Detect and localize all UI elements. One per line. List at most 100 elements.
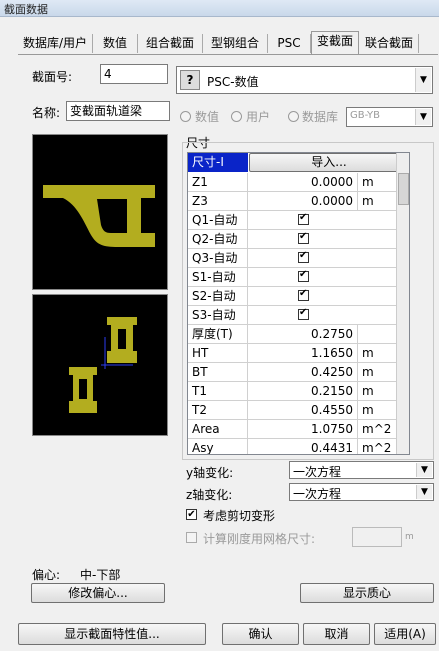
tab-tapered[interactable]: 变截面 [311, 31, 359, 54]
radio-database-label: 数据库 [302, 110, 339, 124]
auto-checkbox[interactable] [298, 269, 309, 282]
chevron-down-icon[interactable]: ▼ [416, 463, 432, 477]
section-preview-j [32, 294, 168, 436]
auto-checkbox[interactable] [298, 288, 309, 301]
cell-name: BT [188, 363, 248, 381]
table-row: Q2-自动 [188, 230, 409, 249]
auto-checkbox[interactable] [298, 231, 309, 244]
table-row: BT 0.4250 m [188, 363, 409, 382]
radio-database[interactable] [288, 111, 299, 122]
cell-name: T2 [188, 401, 248, 419]
radio-user-label: 用户 [246, 110, 271, 124]
y-variation-select[interactable]: 一次方程 ▼ [289, 461, 434, 479]
cell-value[interactable]: 0.4431 [248, 439, 358, 454]
radio-user[interactable] [231, 111, 242, 122]
section-type-value: PSC-数值 [207, 75, 259, 89]
cell-name: HT [188, 344, 248, 362]
tab-composite[interactable]: 组合截面 [138, 34, 203, 53]
tab-steel-composite[interactable]: 型钢组合 [203, 34, 268, 53]
y-variation-label: y轴变化: [186, 466, 234, 480]
table-row: Q1-自动 [188, 211, 409, 230]
cell-name: Q1-自动 [188, 211, 248, 229]
cell-value[interactable]: 0.2150 [248, 382, 358, 400]
table-scrollbar[interactable] [396, 153, 409, 454]
tab-psc[interactable]: PSC [268, 34, 311, 53]
radio-numeric[interactable] [180, 111, 191, 122]
auto-checkbox[interactable] [298, 250, 309, 263]
section-name-input[interactable]: 变截面轨道梁 [66, 101, 170, 121]
cell-name: T1 [188, 382, 248, 400]
show-properties-button[interactable]: 显示截面特性值... [18, 623, 206, 645]
table-row: S2-自动 [188, 287, 409, 306]
cell-value[interactable]: 0.0000 [248, 192, 358, 210]
table-row: T1 0.2150 m [188, 382, 409, 401]
cell-name: S2-自动 [188, 287, 248, 305]
cell-value[interactable]: 0.0000 [248, 173, 358, 191]
section-number-input[interactable]: 4 [100, 64, 168, 84]
database-value: GB-YB [350, 110, 380, 121]
table-row: HT 1.1650 m [188, 344, 409, 363]
section-number-label: 截面号: [32, 70, 73, 84]
y-variation-value: 一次方程 [293, 465, 342, 479]
chevron-down-icon[interactable]: ▼ [416, 485, 432, 499]
section-type-select[interactable]: ? PSC-数值 ▼ [176, 66, 433, 94]
radio-numeric-label: 数值 [195, 110, 220, 124]
show-centroid-button[interactable]: 显示质心 [300, 583, 434, 603]
cell-value[interactable]: 0.2750 [248, 325, 358, 343]
cell-name: Q3-自动 [188, 249, 248, 267]
table-row: T2 0.4550 m [188, 401, 409, 420]
table-row: S3-自动 [188, 306, 409, 325]
cell-value[interactable]: 0.4250 [248, 363, 358, 381]
cell-name: Q2-自动 [188, 230, 248, 248]
section-preview-i [32, 134, 168, 290]
dims-header-i[interactable]: 尺寸-I [188, 153, 248, 172]
tab-numeric[interactable]: 数值 [93, 34, 138, 53]
table-row: Area 1.0750 m^2 [188, 420, 409, 439]
database-select[interactable]: GB-YB ▼ [346, 107, 433, 127]
cell-name: Z1 [188, 173, 248, 191]
offset-value: 中-下部 [80, 568, 121, 582]
shear-checkbox[interactable]: ✔ [186, 509, 197, 520]
cell-name: Area [188, 420, 248, 438]
ok-button[interactable]: 确认 [222, 623, 299, 645]
z-variation-value: 一次方程 [293, 487, 342, 501]
modify-offset-button[interactable]: 修改偏心... [31, 583, 165, 603]
auto-checkbox[interactable] [298, 307, 309, 320]
cell-value[interactable]: 1.1650 [248, 344, 358, 362]
tab-database-user[interactable]: 数据库/用户 [18, 34, 93, 53]
psc-type-icon: ? [180, 70, 200, 90]
window-title: 截面数据 [4, 3, 48, 16]
mesh-size-input[interactable] [352, 527, 402, 547]
cell-name: S3-自动 [188, 306, 248, 324]
cancel-button[interactable]: 取消 [303, 623, 370, 645]
cell-name: 厚度(T) [188, 325, 248, 343]
cell-value[interactable]: 0.4550 [248, 401, 358, 419]
scroll-thumb[interactable] [398, 173, 409, 205]
mesh-label: 计算刚度用网格尺寸: [203, 532, 316, 546]
title-bar: 截面数据 [0, 0, 439, 17]
table-row: Asy 0.4431 m^2 [188, 439, 409, 454]
table-row: S1-自动 [188, 268, 409, 287]
cell-name: Z3 [188, 192, 248, 210]
table-row: Q3-自动 [188, 249, 409, 268]
section-name-label: 名称: [32, 106, 61, 120]
chevron-down-icon[interactable]: ▼ [415, 109, 431, 125]
mesh-checkbox[interactable] [186, 532, 197, 543]
z-variation-label: z轴变化: [186, 488, 233, 502]
auto-checkbox[interactable] [298, 212, 309, 225]
tab-bar: 数据库/用户 数值 组合截面 型钢组合 PSC 变截面 联合截面 [18, 31, 439, 54]
import-button[interactable]: 导入... [249, 153, 409, 172]
cell-name: S1-自动 [188, 268, 248, 286]
cell-name: Asy [188, 439, 248, 454]
section-shape-i [43, 185, 155, 247]
dimension-table: 尺寸-I 导入... Z1 0.0000 m Z3 0.0000 m Q1-自动… [187, 152, 410, 455]
table-row: Z3 0.0000 m [188, 192, 409, 211]
cell-value[interactable]: 1.0750 [248, 420, 358, 438]
chevron-down-icon[interactable]: ▼ [415, 68, 431, 92]
tab-combined[interactable]: 联合截面 [360, 34, 419, 53]
table-row: 厚度(T) 0.2750 [188, 325, 409, 344]
z-variation-select[interactable]: 一次方程 ▼ [289, 483, 434, 501]
mesh-unit: m [405, 532, 414, 542]
apply-button[interactable]: 适用(A) [374, 623, 436, 645]
shear-label: 考虑剪切变形 [203, 509, 276, 523]
